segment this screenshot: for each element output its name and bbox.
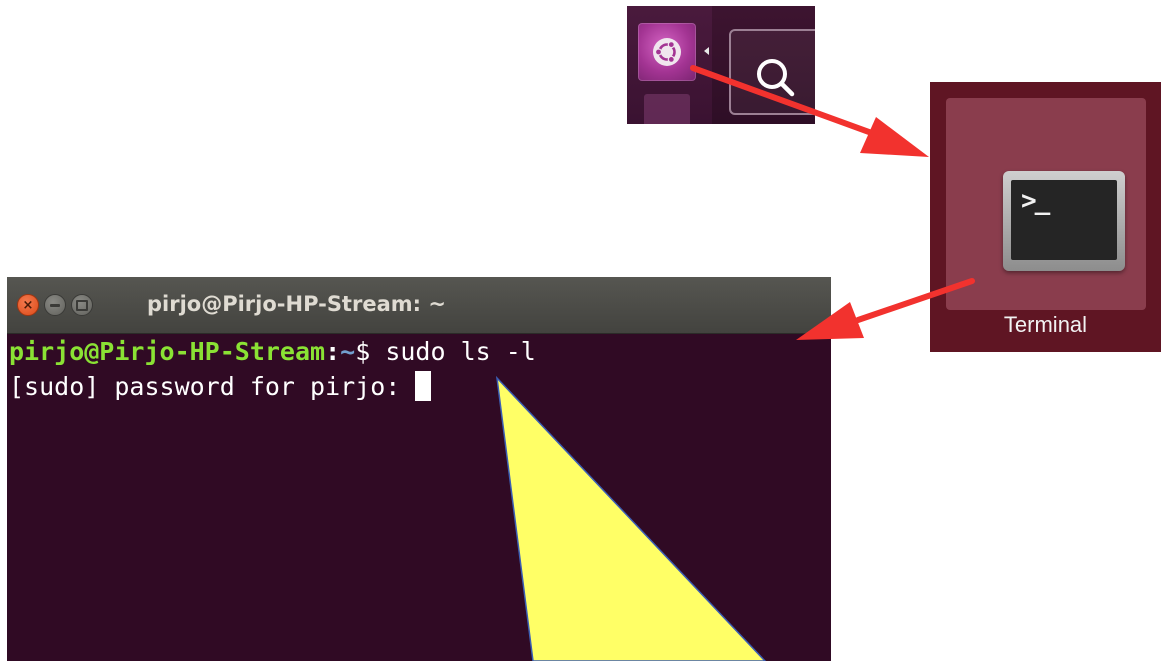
launcher-crop: [627, 6, 815, 124]
terminal-window: × pirjo@Pirjo-HP-Stream: ~ pirjo@Pirjo-H…: [7, 277, 831, 661]
terminal-app-label: Terminal: [1003, 312, 1088, 337]
prompt-directory: ~: [340, 337, 356, 366]
terminal-icon-screen: >_: [1011, 180, 1117, 260]
dash-button[interactable]: [638, 23, 696, 81]
command-text: sudo ls -l: [385, 337, 536, 366]
prompt-symbol: $: [355, 337, 386, 366]
launcher-item[interactable]: [644, 94, 690, 124]
maximize-icon: [76, 299, 88, 311]
terminal-line: [sudo] password for pirjo:: [9, 369, 831, 404]
terminal-icon: >_: [1003, 171, 1125, 271]
terminal-line: pirjo@Pirjo-HP-Stream:~$ sudo ls -l: [9, 334, 831, 369]
close-icon: ×: [22, 297, 34, 313]
dash-search-box[interactable]: [729, 29, 815, 115]
launcher-pip: [704, 47, 709, 55]
prompt-separator: :: [325, 337, 341, 366]
launcher-strip: [627, 6, 712, 124]
text-cursor: [415, 371, 432, 401]
terminal-output[interactable]: pirjo@Pirjo-HP-Stream:~$ sudo ls -l [sud…: [7, 334, 831, 661]
terminal-app-tile-crop: >_ Terminal: [930, 82, 1161, 352]
ubuntu-logo-icon: [653, 38, 681, 66]
title-bar[interactable]: × pirjo@Pirjo-HP-Stream: ~: [7, 277, 831, 334]
minimize-icon: [50, 303, 60, 307]
prompt-user-host: pirjo@Pirjo-HP-Stream: [9, 337, 326, 366]
maximize-button[interactable]: [71, 294, 93, 316]
window-title: pirjo@Pirjo-HP-Stream: ~: [147, 292, 446, 316]
close-button[interactable]: ×: [17, 294, 39, 316]
password-prompt: [sudo] password for pirjo:: [9, 372, 416, 401]
minimize-button[interactable]: [44, 294, 66, 316]
terminal-icon-prompt: >_: [1021, 186, 1050, 216]
terminal-app-tile[interactable]: >_: [946, 98, 1146, 310]
search-icon: [757, 59, 795, 97]
